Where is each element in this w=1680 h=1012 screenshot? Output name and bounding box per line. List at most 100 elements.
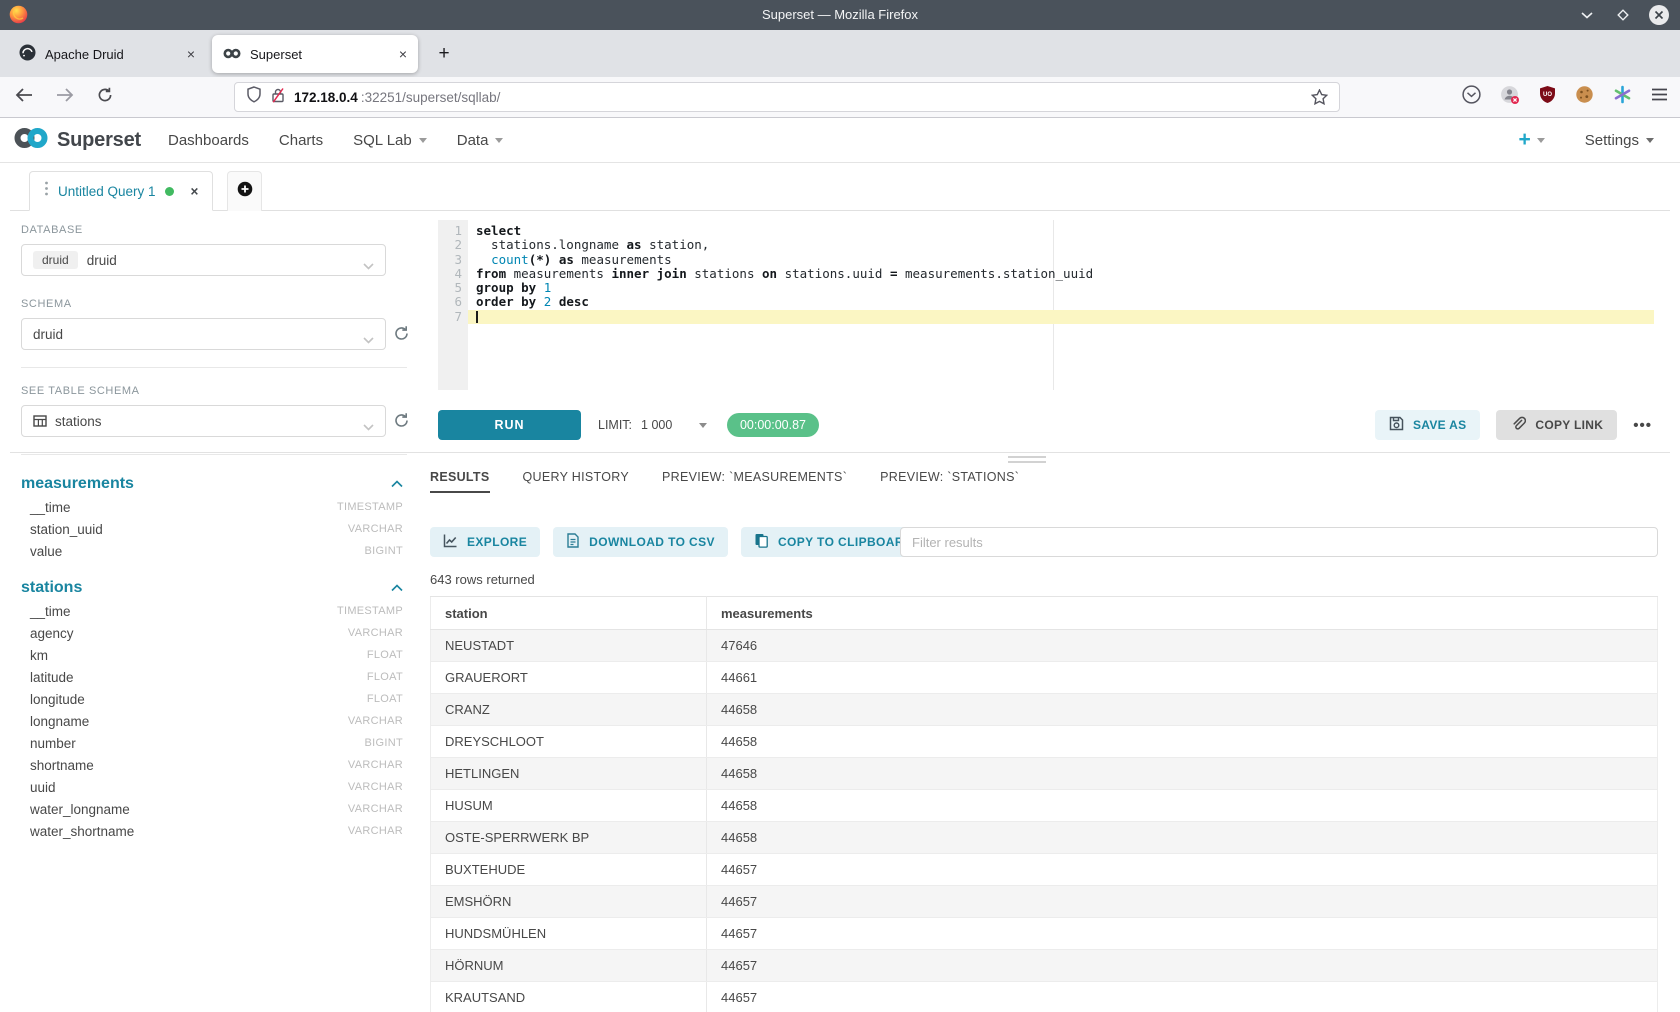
nav-item-data[interactable]: Data <box>457 132 504 149</box>
table-row[interactable]: HETLINGEN44658 <box>431 758 1658 790</box>
table-row[interactable]: OSTE-SPERRWERK BP44658 <box>431 822 1658 854</box>
reload-icon[interactable] <box>97 87 113 108</box>
browser-tab-apache-druid[interactable]: Apache Druid × <box>8 35 206 73</box>
table-row[interactable]: CRANZ44658 <box>431 694 1658 726</box>
sql-editor[interactable]: 1234567 select stations.longname as stat… <box>438 220 1654 390</box>
column-header-measurements[interactable]: measurements <box>707 597 1658 630</box>
editor-code[interactable]: select stations.longname as station, cou… <box>468 220 1654 390</box>
code-line[interactable]: order by 2 desc <box>468 295 1654 309</box>
table-select[interactable]: stations <box>21 405 386 437</box>
pane-drag-handle[interactable] <box>1008 456 1046 466</box>
chevron-up-icon[interactable] <box>391 579 403 597</box>
forward-icon[interactable] <box>56 88 74 107</box>
tab-results[interactable]: RESULTS <box>430 470 490 493</box>
table-row[interactable]: HUSUM44658 <box>431 790 1658 822</box>
multi-account-icon[interactable] <box>1613 85 1632 109</box>
extension-disabled-icon[interactable] <box>1500 85 1520 110</box>
browser-tab-superset[interactable]: Superset × <box>212 35 418 73</box>
run-button[interactable]: RUN <box>438 410 581 440</box>
table-row[interactable]: KRAUTSAND44657 <box>431 982 1658 1012</box>
schema-column-row: station_uuidVARCHAR <box>21 518 407 540</box>
table-row[interactable]: EMSHÖRN44657 <box>431 886 1658 918</box>
chevron-up-icon[interactable] <box>391 475 403 493</box>
lock-slash-icon[interactable] <box>271 87 285 108</box>
table-cell: 44657 <box>707 854 1658 886</box>
query-tab-close-icon[interactable]: × <box>191 184 199 199</box>
table-row[interactable]: GRAUERORT44661 <box>431 662 1658 694</box>
more-options-icon[interactable]: ••• <box>1633 417 1652 434</box>
column-name: water_shortname <box>30 824 134 839</box>
chevron-down-icon <box>699 423 707 428</box>
new-tab-button[interactable]: + <box>430 40 458 68</box>
refresh-schemas-icon[interactable] <box>393 325 410 342</box>
window-controls <box>1576 0 1670 30</box>
limit-control[interactable]: LIMIT: 1 000 <box>598 410 707 440</box>
code-line[interactable]: stations.longname as station, <box>468 238 1654 252</box>
bookmark-star-icon[interactable] <box>1311 89 1328 105</box>
column-header-station[interactable]: station <box>431 597 707 630</box>
hamburger-menu-icon[interactable] <box>1651 88 1668 106</box>
refresh-tables-icon[interactable] <box>393 412 410 429</box>
window-minimize-icon[interactable] <box>1576 4 1598 26</box>
table-header-row: station measurements <box>431 597 1658 630</box>
new-item-button[interactable]: + <box>1519 128 1545 152</box>
ublock-icon[interactable]: UO <box>1539 85 1556 109</box>
brand-title[interactable]: Superset <box>57 129 141 152</box>
results-tbody: NEUSTADT47646GRAUERORT44661CRANZ44658DRE… <box>431 630 1658 1012</box>
column-type: VARCHAR <box>348 715 403 727</box>
pocket-icon[interactable] <box>1462 85 1481 109</box>
cookie-icon[interactable] <box>1575 85 1594 109</box>
copy-link-button[interactable]: COPY LINK <box>1496 410 1617 440</box>
tab-close-icon[interactable]: × <box>399 46 407 62</box>
page: Superset — Mozilla Firefox Apache Druid … <box>0 0 1680 1012</box>
query-tab-bar: Untitled Query 1 × <box>10 171 1670 211</box>
nav-menu: Dashboards Charts SQL Lab Data <box>168 132 503 149</box>
divider <box>21 367 407 368</box>
back-icon[interactable] <box>15 88 33 107</box>
schema-select[interactable]: druid <box>21 318 386 350</box>
column-type: VARCHAR <box>348 825 403 837</box>
table-cell: BUXTEHUDE <box>431 854 707 886</box>
copy-clipboard-button[interactable]: COPY TO CLIPBOARD <box>741 527 926 557</box>
nav-item-charts[interactable]: Charts <box>279 132 323 149</box>
table-row[interactable]: HUNDSMÜHLEN44657 <box>431 918 1658 950</box>
shield-icon[interactable] <box>246 86 262 108</box>
code-line[interactable]: count(*) as measurements <box>468 253 1654 267</box>
table-row[interactable]: NEUSTADT47646 <box>431 630 1658 662</box>
schema-column-row: uuidVARCHAR <box>21 776 407 798</box>
download-csv-button[interactable]: DOWNLOAD TO CSV <box>553 527 728 557</box>
tab-query-history[interactable]: QUERY HISTORY <box>523 470 629 493</box>
database-select[interactable]: druid druid <box>21 244 386 276</box>
nav-item-sql-lab[interactable]: SQL Lab <box>353 132 427 149</box>
schema-table-header[interactable]: stations <box>21 576 407 600</box>
table-row[interactable]: HÖRNUM44657 <box>431 950 1658 982</box>
explore-button[interactable]: EXPLORE <box>430 527 540 557</box>
browser-tab-title: Superset <box>250 47 390 62</box>
schema-table-header[interactable]: measurements <box>21 472 407 496</box>
tab-preview-stations[interactable]: PREVIEW: `STATIONS` <box>880 470 1019 493</box>
code-line-active[interactable] <box>468 310 1654 324</box>
tab-close-icon[interactable]: × <box>187 46 195 62</box>
add-query-tab-button[interactable] <box>227 171 262 211</box>
results-tab-bar: RESULTS QUERY HISTORY PREVIEW: `MEASUREM… <box>430 470 1658 493</box>
window-maximize-icon[interactable] <box>1612 4 1634 26</box>
tab-preview-measurements[interactable]: PREVIEW: `MEASUREMENTS` <box>662 470 847 493</box>
code-line[interactable]: from measurements inner join stations on… <box>468 267 1654 281</box>
nav-item-dashboards[interactable]: Dashboards <box>168 132 249 149</box>
code-line[interactable]: group by 1 <box>468 281 1654 295</box>
save-as-button[interactable]: SAVE AS <box>1375 410 1480 440</box>
schema-column-row: numberBIGINT <box>21 732 407 754</box>
table-row[interactable]: BUXTEHUDE44657 <box>431 854 1658 886</box>
schema-column-row: longitudeFLOAT <box>21 688 407 710</box>
gutter-line-number: 1 <box>438 224 462 238</box>
settings-menu[interactable]: Settings <box>1585 132 1654 149</box>
drag-dots-icon[interactable] <box>44 181 49 201</box>
window-close-icon[interactable] <box>1648 4 1670 26</box>
url-bar[interactable]: 172.18.0.4:32251/superset/sqllab/ <box>234 82 1340 112</box>
filter-results-input[interactable] <box>900 527 1658 557</box>
code-line[interactable]: select <box>468 224 1654 238</box>
superset-navbar: Superset Dashboards Charts SQL Lab Data … <box>0 118 1680 163</box>
query-tab-active[interactable]: Untitled Query 1 × <box>29 171 213 211</box>
table-row[interactable]: DREYSCHLOOT44658 <box>431 726 1658 758</box>
database-label: DATABASE <box>21 224 407 236</box>
